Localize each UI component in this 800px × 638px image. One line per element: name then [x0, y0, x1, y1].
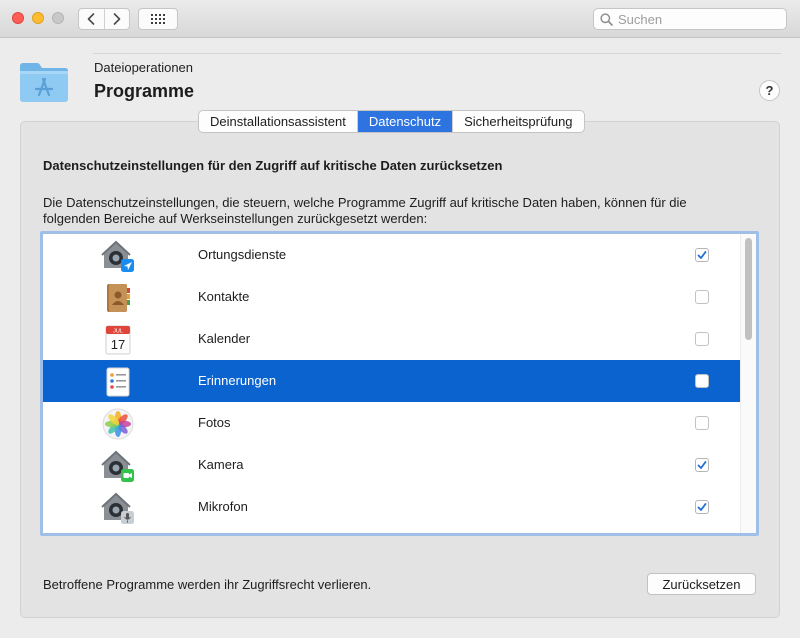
tab-uninstall-assistant[interactable]: Deinstallationsassistent [199, 111, 357, 132]
page-title: Programme [94, 81, 195, 101]
checkmark-icon [697, 461, 707, 469]
camera-checkbox[interactable] [695, 458, 709, 472]
reminders-icon [106, 367, 130, 397]
photos-icon [102, 408, 134, 440]
calendar-day-text: 17 [111, 337, 125, 352]
list-item-calendar[interactable]: JUL 17 Kalender [43, 318, 740, 360]
help-button[interactable]: ? [759, 80, 780, 101]
back-button[interactable] [79, 9, 104, 29]
camera-icon [101, 450, 134, 482]
chevron-left-icon [88, 13, 95, 25]
list-item-location-services[interactable]: Ortungsdienste [43, 234, 740, 276]
calendar-month-text: JUL [113, 329, 123, 335]
privacy-category-list[interactable]: Ortungsdienste Kontakte JUL 17 Kalender … [40, 231, 759, 536]
forward-button[interactable] [103, 9, 129, 29]
list-item-label: Ortungsdienste [198, 247, 287, 262]
titlebar [0, 0, 800, 38]
list-item-photos[interactable]: Fotos [43, 402, 740, 444]
search-field[interactable] [593, 8, 787, 30]
minimize-window-button[interactable] [32, 12, 44, 24]
calendar-checkbox[interactable] [695, 332, 709, 346]
tab-bar: Deinstallationsassistent Datenschutz Sic… [198, 110, 585, 133]
contacts-checkbox[interactable] [695, 290, 709, 304]
navigation-group [78, 8, 130, 30]
close-window-button[interactable] [12, 12, 24, 24]
scrollbar-thumb[interactable] [745, 238, 752, 340]
photos-checkbox[interactable] [695, 416, 709, 430]
applications-folder-icon [20, 63, 68, 102]
preferences-window: Dateioperationen Programme ? Deinstallat… [0, 0, 800, 638]
microphone-checkbox[interactable] [695, 500, 709, 514]
location-services-checkbox[interactable] [695, 248, 709, 262]
checkmark-icon [697, 251, 707, 259]
list-item-label: Kalender [198, 331, 251, 346]
section-description: Die Datenschutzeinstellungen, die steuer… [43, 195, 687, 226]
show-all-button[interactable] [138, 8, 178, 30]
checkmark-icon [697, 503, 707, 511]
list-item-label: Mikrofon [198, 499, 248, 514]
list-item-label: Kontakte [198, 289, 250, 304]
list-item-label: Kamera [198, 457, 244, 472]
zoom-window-button[interactable] [52, 12, 64, 24]
breadcrumb: Dateioperationen [94, 60, 194, 75]
calendar-icon: JUL 17 [105, 325, 131, 355]
list-scrollbar[interactable] [740, 234, 756, 533]
list-item-reminders[interactable]: Erinnerungen [43, 360, 740, 402]
section-heading: Datenschutzeinstellungen für den Zugriff… [43, 158, 503, 173]
search-icon [600, 12, 613, 26]
header-divider [93, 53, 781, 54]
list-item-microphone[interactable]: Mikrofon [43, 486, 740, 528]
tab-security-check[interactable]: Sicherheitsprüfung [452, 111, 583, 132]
microphone-icon [101, 492, 134, 524]
list-item-contacts[interactable]: Kontakte [43, 276, 740, 318]
tab-privacy[interactable]: Datenschutz [356, 111, 453, 132]
contacts-book-icon [107, 284, 130, 312]
location-services-icon [101, 240, 134, 272]
reminders-checkbox[interactable] [695, 374, 709, 388]
list-item-camera[interactable]: Kamera [43, 444, 740, 486]
search-input[interactable] [618, 11, 778, 27]
show-all-grid-icon [151, 14, 165, 24]
footer-note: Betroffene Programme werden ihr Zugriffs… [43, 577, 372, 592]
chevron-right-icon [113, 13, 121, 25]
list-item-label: Erinnerungen [198, 373, 277, 388]
reset-button[interactable]: Zurücksetzen [647, 573, 756, 595]
list-item-label: Fotos [198, 415, 231, 430]
